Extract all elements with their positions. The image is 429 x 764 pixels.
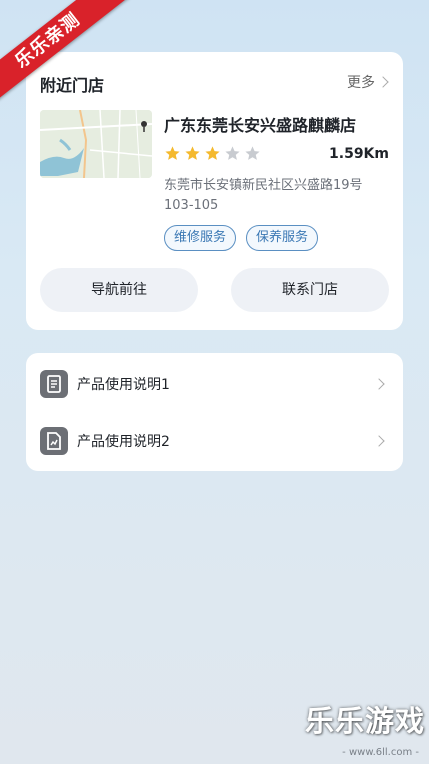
product-docs-card: 产品使用说明1 产品使用说明2 bbox=[26, 353, 403, 471]
tag-maintenance-service: 保养服务 bbox=[246, 225, 319, 251]
star-filled-icon bbox=[165, 146, 180, 160]
chevron-right-icon bbox=[373, 378, 385, 390]
tag-repair-service: 维修服务 bbox=[164, 225, 237, 251]
store-map-thumbnail[interactable] bbox=[40, 110, 152, 178]
store-address: 东莞市长安镇新民社区兴盛路19号103-105 bbox=[164, 178, 363, 213]
service-tags: 维修服务 保养服务 bbox=[164, 225, 319, 251]
star-filled-icon bbox=[205, 146, 220, 160]
chevron-right-icon bbox=[377, 76, 389, 88]
doc-item-label: 产品使用说明1 bbox=[77, 377, 170, 393]
contact-store-button[interactable]: 联系门店 bbox=[231, 268, 389, 312]
store-rating bbox=[164, 145, 261, 162]
more-label: 更多 bbox=[347, 75, 375, 91]
chevron-right-icon bbox=[373, 435, 385, 447]
doc-item-1[interactable]: 产品使用说明1 bbox=[26, 355, 403, 413]
doc-item-label: 产品使用说明2 bbox=[77, 434, 170, 450]
document-icon bbox=[40, 370, 68, 398]
nearby-stores-card: 附近门店 更多 广东东莞长安兴盛路麒麟店 1.59Km 东莞市长安镇新民社区兴盛… bbox=[26, 52, 403, 330]
document-chart-icon bbox=[40, 427, 68, 455]
navigate-button[interactable]: 导航前往 bbox=[40, 268, 198, 312]
section-title: 附近门店 bbox=[40, 76, 105, 95]
store-name: 广东东莞长安兴盛路麒麟店 bbox=[164, 116, 357, 135]
map-image bbox=[40, 110, 152, 178]
more-link[interactable]: 更多 bbox=[347, 72, 389, 92]
star-empty-icon bbox=[225, 146, 240, 160]
star-filled-icon bbox=[185, 146, 200, 160]
store-distance: 1.59Km bbox=[329, 146, 389, 162]
doc-item-2[interactable]: 产品使用说明2 bbox=[26, 412, 403, 470]
watermark-url: - www.6ll.com - bbox=[342, 747, 419, 758]
watermark-logo: 乐乐游戏 bbox=[304, 704, 425, 738]
star-empty-icon bbox=[245, 146, 260, 160]
